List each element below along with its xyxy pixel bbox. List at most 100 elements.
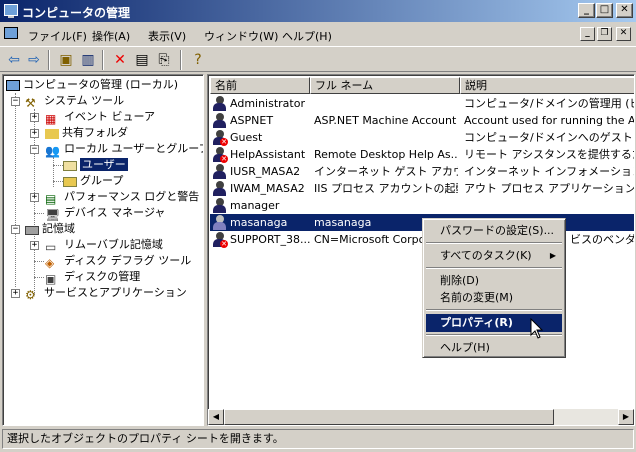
help-icon[interactable]: ?: [188, 50, 208, 70]
menu-item-all-tasks[interactable]: すべてのタスク(K) ▶: [426, 247, 562, 265]
context-menu[interactable]: パスワードの設定(S)... すべてのタスク(K) ▶ 削除(D) 名前の変更(M…: [422, 218, 566, 358]
tree-item-performance-logs[interactable]: ▤ パフォーマンス ログと警告: [45, 189, 199, 206]
computer-icon: [4, 4, 18, 18]
disabled-user-icon: ✕: [212, 147, 228, 163]
removable-storage-icon: ▭: [45, 240, 57, 254]
tools-icon: ⚒: [25, 96, 36, 110]
menu-item-set-password[interactable]: パスワードの設定(S)...: [426, 222, 562, 240]
column-header-fullname[interactable]: フル ネーム: [310, 77, 460, 94]
tree-item-computer-management[interactable]: コンピュータの管理 (ローカル): [6, 77, 178, 93]
status-text: 選択したオブジェクトのプロパティ シートを開きます。: [7, 432, 284, 445]
collapse-toggle[interactable]: −: [11, 225, 20, 234]
menu-bar: ファイル(F) 操作(A) 表示(V) ウィンドウ(W) ヘルプ(H) _ ❐ …: [0, 22, 636, 46]
user-icon: [212, 96, 227, 111]
menu-item-delete[interactable]: 削除(D): [426, 272, 562, 290]
computer-icon: [6, 80, 20, 91]
folder-icon: [63, 177, 77, 187]
child-minimize-button[interactable]: _: [580, 27, 595, 41]
user-icon: [212, 198, 227, 213]
export-list-icon[interactable]: ⎘: [154, 50, 174, 70]
tree-item-disk-defrag[interactable]: ◈ ディスク デフラグ ツール: [45, 253, 191, 270]
services-icon: ⚙: [25, 288, 36, 302]
tree-item-storage[interactable]: 記憶域: [25, 221, 75, 237]
menu-separator: [426, 267, 562, 269]
computer-icon[interactable]: [4, 27, 18, 39]
minimize-button[interactable]: _: [578, 3, 595, 18]
expand-toggle[interactable]: +: [30, 129, 39, 138]
expand-toggle[interactable]: +: [30, 113, 39, 122]
menu-file[interactable]: ファイル(F): [28, 28, 87, 44]
collapse-toggle[interactable]: −: [11, 97, 20, 106]
device-manager-icon: 🖥: [45, 208, 61, 222]
tree-item-removable-storage[interactable]: ▭ リムーバブル記憶域: [45, 237, 163, 254]
tree-item-device-manager[interactable]: 🖥 デバイス マネージャ: [45, 205, 165, 222]
menu-action[interactable]: 操作(A): [92, 28, 130, 44]
table-row[interactable]: manager: [210, 197, 634, 214]
properties-icon[interactable]: ▤: [132, 50, 152, 70]
menu-separator: [426, 309, 562, 311]
scroll-left-button[interactable]: ◀: [208, 409, 224, 425]
tree-item-groups[interactable]: グループ: [63, 173, 123, 189]
menu-window[interactable]: ウィンドウ(W): [204, 28, 278, 44]
defrag-icon: ◈: [45, 256, 55, 270]
column-header-name[interactable]: 名前: [210, 77, 310, 94]
table-row[interactable]: IUSR_MASA2 インターネット ゲスト アカウン... インターネット イ…: [210, 163, 634, 180]
event-viewer-icon: ▦: [45, 112, 57, 126]
scroll-thumb[interactable]: [224, 409, 554, 425]
user-icon: [212, 215, 227, 230]
performance-icon: ▤: [45, 192, 57, 206]
maximize-button[interactable]: □: [596, 3, 613, 18]
menu-item-rename[interactable]: 名前の変更(M): [426, 289, 562, 307]
user-icon: [212, 113, 227, 128]
table-row[interactable]: Administrator コンピュータ/ドメインの管理用 (ビル: [210, 95, 634, 112]
disk-management-icon: ▣: [45, 272, 57, 286]
close-button[interactable]: ✕: [616, 3, 633, 18]
user-icon: [212, 164, 227, 179]
show-tree-icon[interactable]: ▥: [78, 50, 98, 70]
expand-toggle[interactable]: +: [30, 241, 39, 250]
tree-item-system-tools[interactable]: ⚒ システム ツール: [25, 93, 124, 110]
forward-arrow-icon[interactable]: ⇨: [24, 50, 44, 70]
user-list[interactable]: 名前 フル ネーム 説明 Administrator コンピュータ/ドメインの管…: [207, 74, 635, 426]
expand-toggle[interactable]: +: [11, 289, 20, 298]
delete-icon[interactable]: ✕: [110, 50, 130, 70]
collapse-toggle[interactable]: −: [30, 145, 39, 154]
table-row[interactable]: IWAM_MASA2 IIS プロセス アカウントの起動 アウト プロセス アプ…: [210, 180, 634, 197]
mouse-cursor-icon: [530, 318, 544, 339]
tree-item-shared-folders[interactable]: 共有フォルダ: [45, 125, 128, 141]
child-restore-button[interactable]: ❐: [597, 27, 612, 41]
scroll-right-button[interactable]: ▶: [618, 409, 634, 425]
submenu-arrow-icon: ▶: [549, 251, 556, 260]
shared-folder-icon: [45, 129, 59, 139]
table-row[interactable]: ✕ HelpAssistant Remote Desktop Help As..…: [210, 146, 634, 163]
table-row[interactable]: ✕ Guest コンピュータ/ドメインへのゲスト アクセ: [210, 129, 634, 146]
tree-item-users[interactable]: ユーザー: [63, 157, 128, 173]
tree-item-local-users-groups[interactable]: 👥 ローカル ユーザーとグループ: [45, 141, 203, 158]
up-folder-icon[interactable]: ▣: [56, 50, 76, 70]
tree-item-services-apps[interactable]: ⚙ サービスとアプリケーション: [25, 285, 187, 302]
child-close-button[interactable]: ✕: [616, 27, 631, 41]
horizontal-scrollbar[interactable]: ◀ ▶: [208, 409, 634, 425]
tree-item-event-viewer[interactable]: ▦ イベント ビューア: [45, 109, 155, 126]
column-header-description[interactable]: 説明: [460, 77, 634, 94]
storage-icon: [25, 226, 39, 235]
table-row[interactable]: ASPNET ASP.NET Machine Account Account u…: [210, 112, 634, 129]
console-tree[interactable]: コンピュータの管理 (ローカル) − ⚒ システム ツール + ▦ イベント ビュー…: [2, 74, 204, 426]
menu-view[interactable]: 表示(V): [148, 28, 186, 44]
toolbar-separator: [180, 50, 182, 70]
users-icon: 👥: [45, 144, 60, 158]
back-arrow-icon[interactable]: ⇦: [4, 50, 24, 70]
title-bar[interactable]: コンピュータの管理 _ □ ✕: [0, 0, 636, 22]
window-title: コンピュータの管理: [22, 6, 131, 20]
tree-item-disk-management[interactable]: ▣ ディスクの管理: [45, 269, 140, 286]
menu-help[interactable]: ヘルプ(H): [282, 28, 332, 44]
status-bar: 選択したオブジェクトのプロパティ シートを開きます。: [2, 429, 634, 449]
open-folder-icon: [63, 161, 77, 171]
expand-toggle[interactable]: +: [30, 193, 39, 202]
disabled-user-icon: ✕: [212, 232, 228, 248]
toolbar-separator: [48, 50, 50, 70]
toolbar: ⇦ ⇨ ▣ ▥ ✕ ▤ ⎘ ?: [0, 46, 636, 72]
menu-item-help[interactable]: ヘルプ(H): [426, 339, 562, 357]
user-icon: [212, 181, 227, 196]
disabled-user-icon: ✕: [212, 130, 228, 146]
